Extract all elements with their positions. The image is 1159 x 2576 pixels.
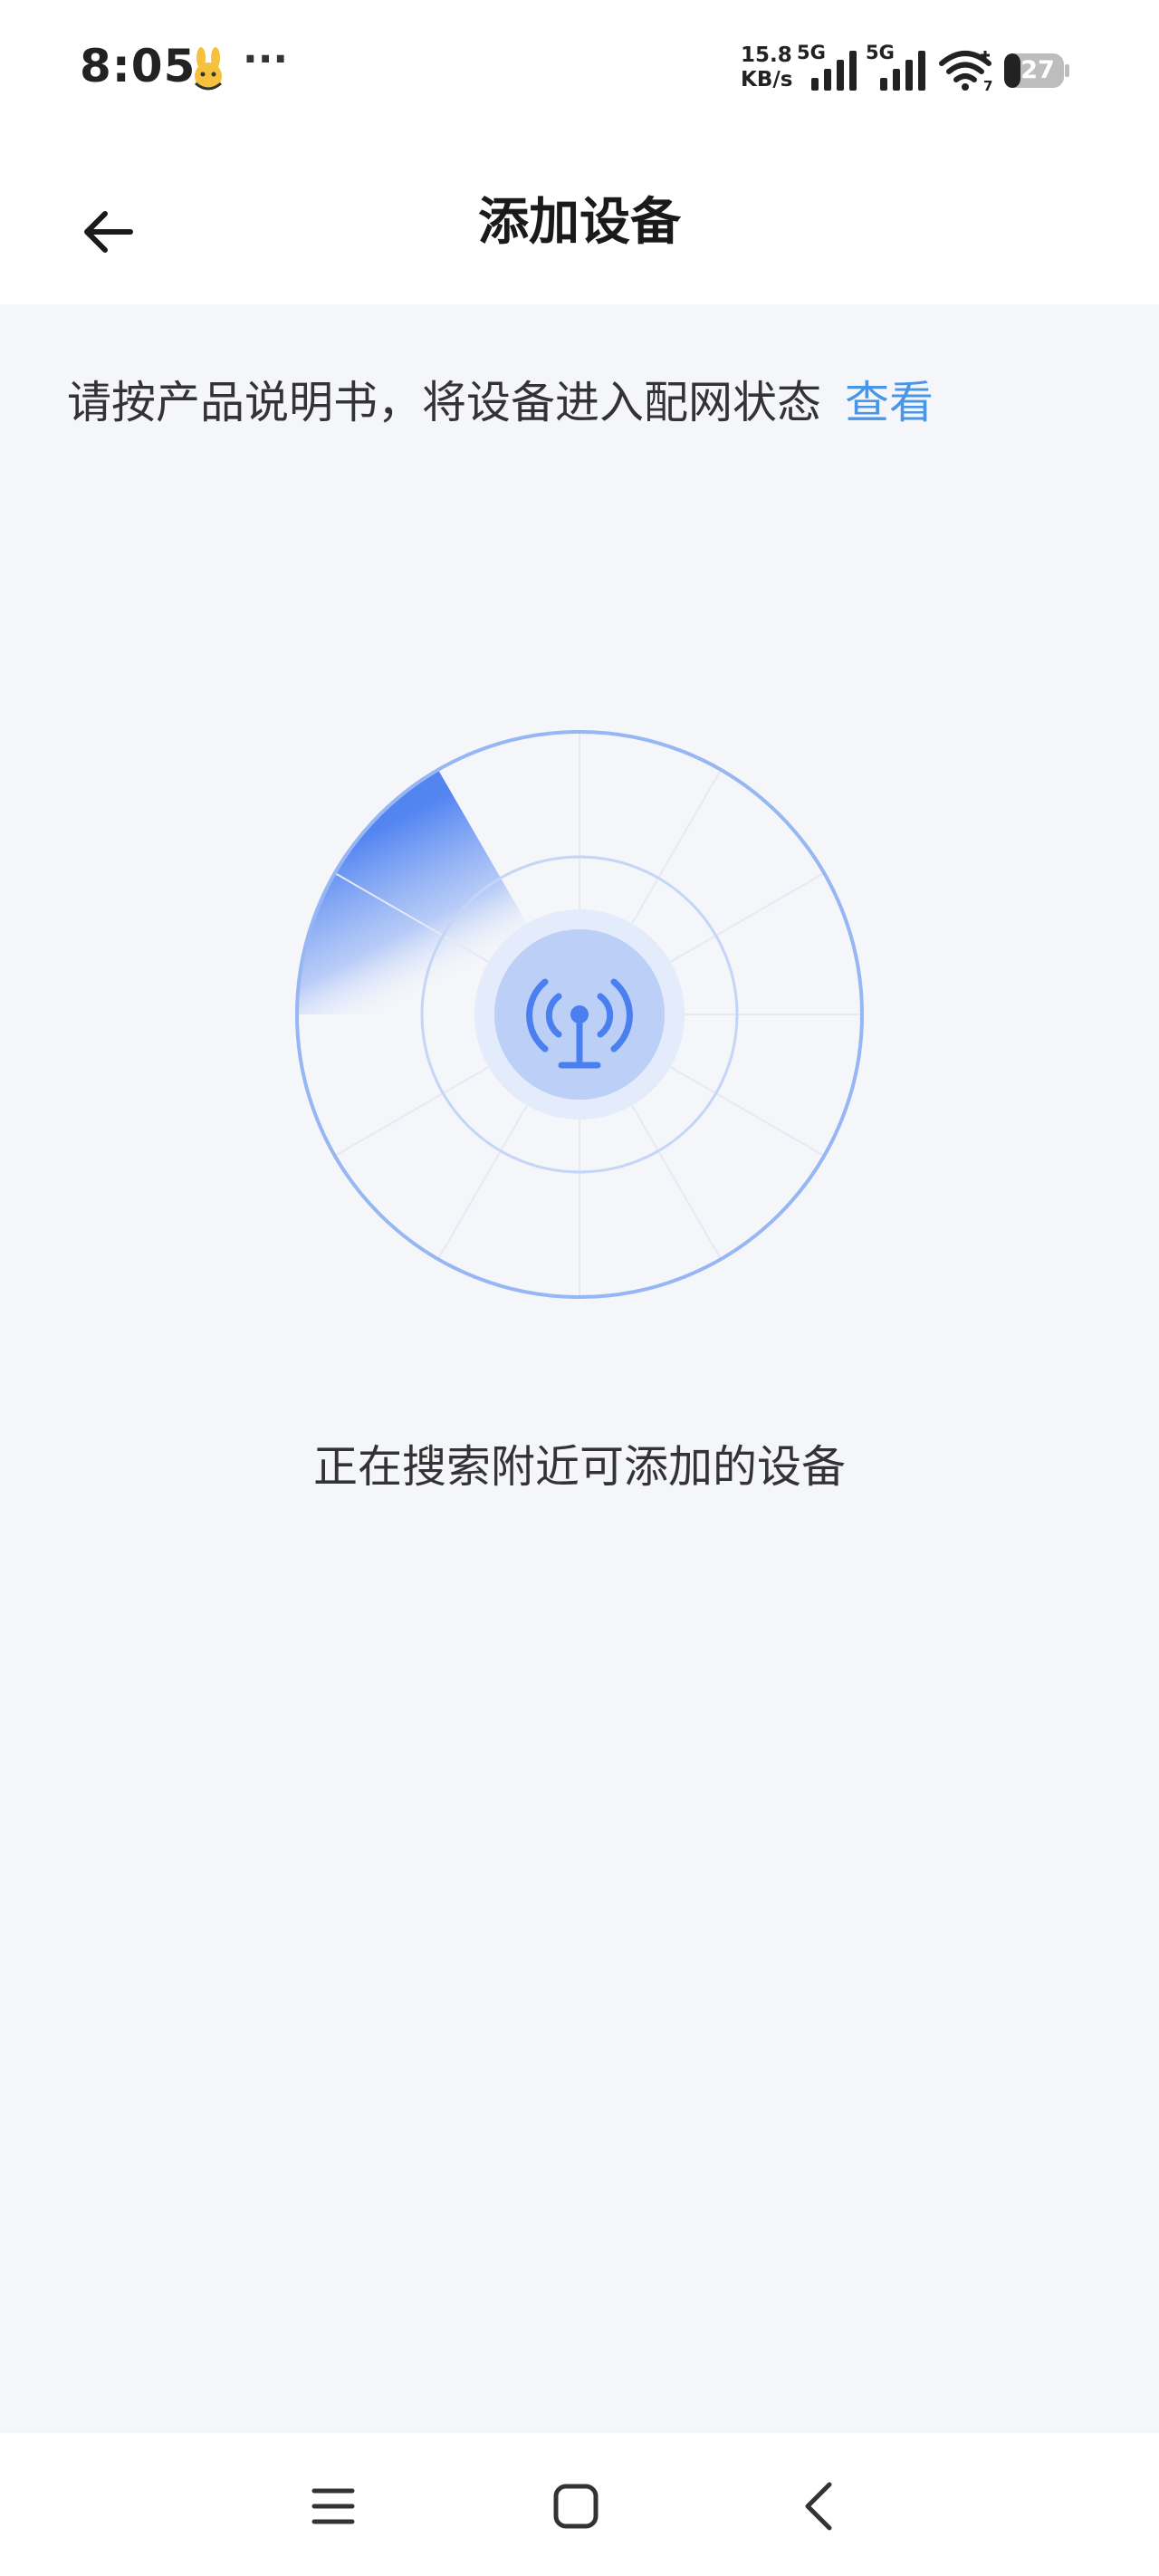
sim2-signal-icon: [880, 51, 925, 91]
home-square-icon: [553, 2484, 599, 2529]
wifi-badge: 7: [983, 78, 992, 92]
status-time: 8:05: [80, 40, 196, 92]
menu-icon: [311, 2488, 355, 2524]
broadcast-tower-dot: [570, 1005, 589, 1024]
bunny-notification-icon: [195, 47, 222, 91]
page-title: 添加设备: [478, 193, 681, 252]
view-instructions-link[interactable]: 查看: [845, 377, 934, 428]
network-speed-unit: KB/s: [741, 68, 793, 91]
instruction-text: 请按产品说明书，将设备进入配网状态: [67, 377, 822, 428]
battery-level: 27: [1020, 56, 1055, 84]
nav-menu-button[interactable]: [290, 2465, 377, 2547]
instruction-line: 请按产品说明书，将设备进入配网状态 查看: [67, 367, 934, 431]
radar-scan-graphic: [295, 730, 864, 1299]
sim1-signal-icon: [811, 51, 857, 91]
network-speed-value: 15.8: [741, 43, 792, 67]
system-nav-bar: [0, 2433, 1159, 2576]
more-notifications-icon: ···: [243, 36, 289, 82]
nav-home-button[interactable]: [532, 2465, 619, 2547]
status-bar: 8:05 ··· 15.8 KB/s 5G 5G 7 27: [0, 0, 1159, 136]
wifi-icon: 7: [939, 51, 992, 92]
chevron-left-icon: [805, 2482, 832, 2531]
page-header: 添加设备: [0, 136, 1159, 304]
nav-back-button[interactable]: [775, 2465, 862, 2547]
searching-status-text: 正在搜索附近可添加的设备: [312, 1441, 846, 1493]
network-speed: 15.8 KB/s: [741, 43, 795, 92]
